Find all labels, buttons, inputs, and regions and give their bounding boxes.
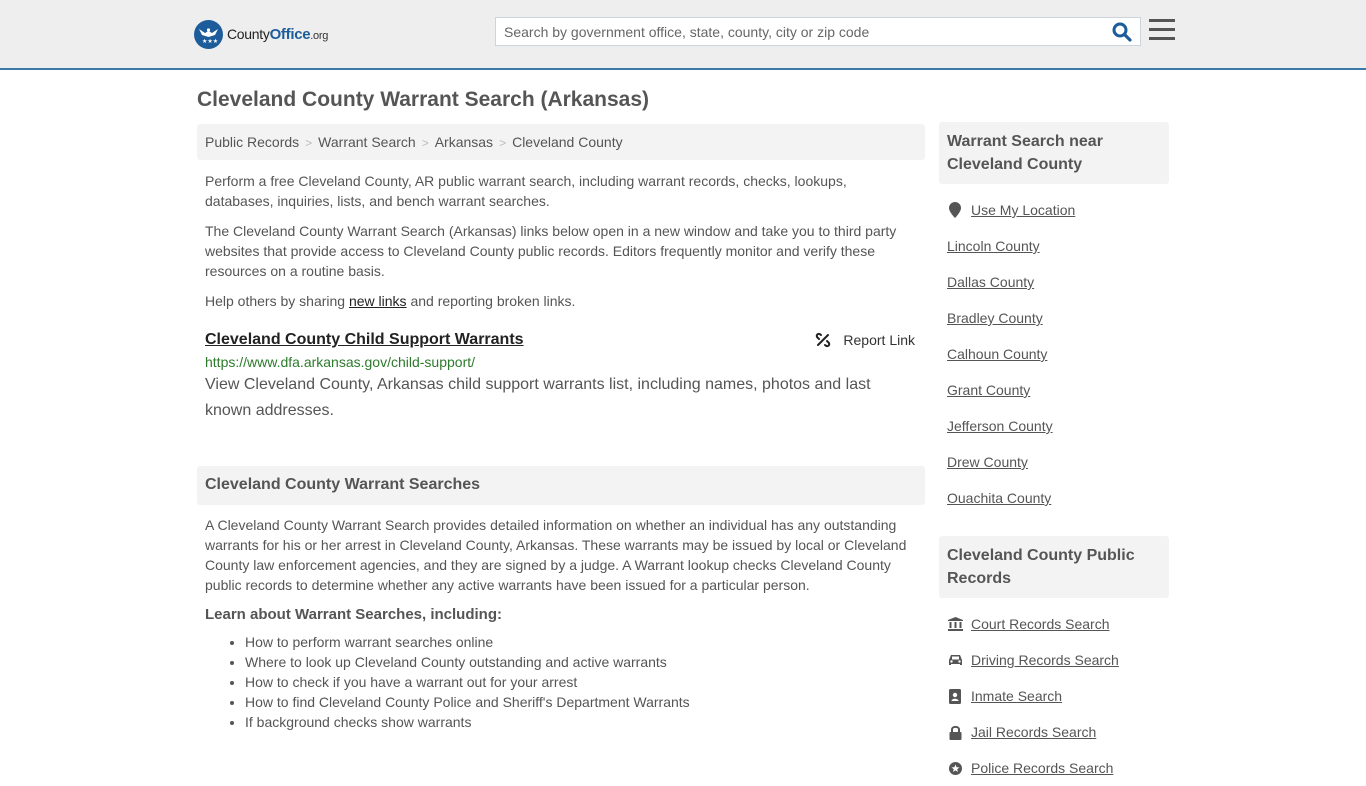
list-item: How to find Cleveland County Police and …	[245, 692, 925, 712]
svg-text:★★★: ★★★	[202, 38, 218, 45]
nearby-heading: Warrant Search near Cleveland County	[939, 122, 1169, 184]
share-links-paragraph: Help others by sharing new links and rep…	[205, 293, 576, 309]
disclaimer-paragraph: The Cleveland County Warrant Search (Ark…	[205, 223, 897, 279]
court-records-link[interactable]: Court Records Search	[971, 616, 1110, 632]
nearby-county-link[interactable]: Calhoun County	[947, 346, 1047, 362]
list-item: Police Records Search	[947, 750, 1161, 786]
nearby-county-link[interactable]: Jefferson County	[947, 418, 1053, 434]
logo-text: CountyOffice.org	[227, 26, 329, 43]
list-item: Jefferson County	[947, 408, 1161, 444]
id-badge-icon	[947, 688, 963, 704]
police-records-link[interactable]: Police Records Search	[971, 760, 1113, 776]
list-item: Driving Records Search	[947, 642, 1161, 678]
breadcrumb-warrant-search[interactable]: Warrant Search	[318, 134, 416, 150]
section-body: A Cleveland County Warrant Search provid…	[205, 517, 907, 593]
search-input[interactable]	[496, 18, 1106, 45]
list-item: Calhoun County	[947, 336, 1161, 372]
list-item: Bradley County	[947, 300, 1161, 336]
breadcrumb-cleveland-county[interactable]: Cleveland County	[512, 134, 623, 150]
broken-link-icon	[816, 332, 831, 348]
jail-records-link[interactable]: Jail Records Search	[971, 724, 1096, 740]
main-content: Public Records > Warrant Search > Arkansas > C…	[197, 124, 925, 732]
use-my-location-link[interactable]: Use My Location	[971, 202, 1075, 218]
inmate-search-link[interactable]: Inmate Search	[971, 688, 1062, 704]
report-link-button[interactable]: Report Link	[815, 332, 915, 348]
nearby-county-link[interactable]: Grant County	[947, 382, 1030, 398]
list-item: How to perform warrant searches online	[245, 632, 925, 652]
list-item: Jail Records Search	[947, 714, 1161, 750]
list-item: How to check if you have a warrant out f…	[245, 672, 925, 692]
list-item: Court Records Search	[947, 606, 1161, 642]
courthouse-icon	[947, 617, 963, 631]
search-bar	[495, 17, 1141, 46]
breadcrumb: Public Records > Warrant Search > Arkansas > C…	[197, 124, 925, 160]
page-title: Cleveland County Warrant Search (Arkansa…	[197, 88, 650, 111]
sidebar: Warrant Search near Cleveland County Use…	[939, 122, 1169, 786]
breadcrumb-separator: >	[305, 136, 313, 150]
breadcrumb-separator: >	[421, 136, 429, 150]
nearby-county-link[interactable]: Drew County	[947, 454, 1028, 470]
list-item: If background checks show warrants	[245, 712, 925, 732]
map-marker-icon	[947, 202, 963, 218]
intro-paragraph: Perform a free Cleveland County, AR publ…	[205, 173, 847, 209]
breadcrumb-public-records[interactable]: Public Records	[205, 134, 299, 150]
list-item: Grant County	[947, 372, 1161, 408]
list-item: Lincoln County	[947, 228, 1161, 264]
search-button[interactable]	[1112, 22, 1134, 42]
result-description: View Cleveland County, Arkansas child su…	[205, 376, 871, 419]
section-heading: Cleveland County Warrant Searches	[197, 466, 925, 505]
nearby-county-link[interactable]: Bradley County	[947, 310, 1043, 326]
public-records-list: Court Records Search Driving Records Sea…	[939, 606, 1169, 786]
nearby-county-link[interactable]: Ouachita County	[947, 490, 1051, 506]
list-item: Where to look up Cleveland County outsta…	[245, 652, 925, 672]
hamburger-menu-icon-bar	[1149, 19, 1175, 22]
list-item: Drew County	[947, 444, 1161, 480]
search-icon	[1112, 22, 1132, 42]
breadcrumb-arkansas[interactable]: Arkansas	[435, 134, 493, 150]
use-location-item: Use My Location	[947, 192, 1161, 228]
car-icon	[947, 654, 963, 667]
list-item: Dallas County	[947, 264, 1161, 300]
list-item: Ouachita County	[947, 480, 1161, 516]
breadcrumb-separator: >	[499, 136, 507, 150]
list-item: Inmate Search	[947, 678, 1161, 714]
hamburger-menu-button[interactable]	[1149, 19, 1175, 41]
hamburger-menu-icon-bar	[1149, 28, 1175, 31]
public-records-heading: Cleveland County Public Records	[939, 536, 1169, 598]
new-links-link[interactable]: new links	[349, 293, 407, 309]
learn-list: How to perform warrant searches online W…	[197, 632, 925, 732]
police-badge-icon	[947, 761, 963, 776]
hamburger-menu-icon-bar	[1149, 37, 1175, 40]
driving-records-link[interactable]: Driving Records Search	[971, 652, 1119, 668]
nearby-county-link[interactable]: Dallas County	[947, 274, 1034, 290]
nearby-county-link[interactable]: Lincoln County	[947, 238, 1040, 254]
logo-eagle-icon: ★★★	[194, 20, 223, 49]
logo-link[interactable]: ★★★ CountyOffice.org	[194, 20, 328, 49]
learn-heading: Learn about Warrant Searches, including:	[205, 606, 502, 623]
result-title-link[interactable]: Cleveland County Child Support Warrants	[205, 331, 524, 348]
lock-icon	[947, 725, 963, 740]
result-url: https://www.dfa.arkansas.gov/child-suppo…	[205, 354, 476, 370]
nearby-list: Use My Location Lincoln County Dallas Co…	[939, 192, 1169, 516]
result-item: Cleveland County Child Support Warrants …	[197, 331, 925, 424]
site-header: ★★★ CountyOffice.org	[0, 0, 1366, 70]
